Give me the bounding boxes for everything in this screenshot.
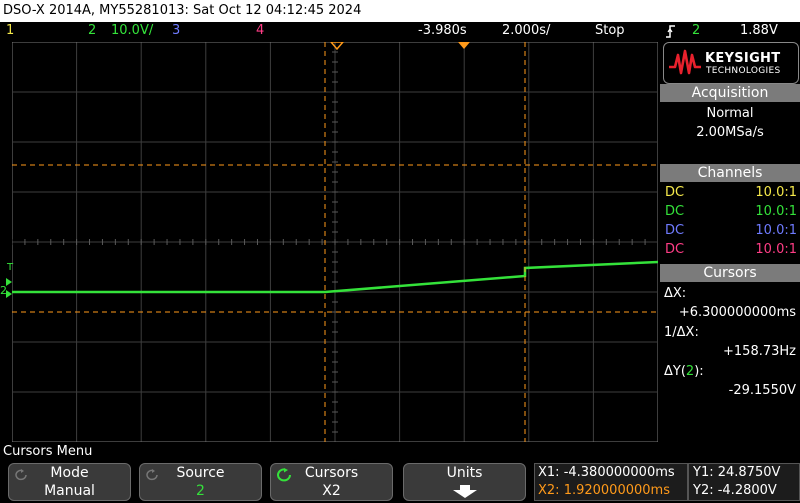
inverse-delta-x-label: 1/ΔX:: [664, 325, 699, 340]
graticule: [12, 42, 658, 442]
sample-rate: 2.00MSa/s: [696, 125, 764, 140]
channel-3-coupling: DC: [665, 223, 685, 238]
channel-2-scale: 10.0V/: [111, 23, 154, 38]
cursors-softkey[interactable]: Cursors X2: [270, 463, 393, 501]
mode-label: Mode: [50, 465, 89, 481]
cursor-x1-marker: [330, 42, 344, 51]
time-offset: -3.980s: [418, 23, 467, 38]
cursors-label: Cursors: [304, 465, 359, 481]
acquisition-header[interactable]: Acquisition: [660, 84, 800, 102]
x2-readout: X2: 1.920000000ms: [538, 483, 670, 498]
inverse-delta-x-value: +158.73Hz: [723, 344, 796, 359]
menu-title: Cursors Menu: [3, 444, 93, 459]
brand-name: KEYSIGHT: [705, 51, 781, 66]
channels-header[interactable]: Channels: [660, 164, 800, 182]
channel-3-probe: 10.0:1: [755, 223, 797, 238]
cursors-value: X2: [322, 483, 341, 499]
delta-y-label: ΔY(2):: [664, 364, 704, 379]
keysight-logo: KEYSIGHT TECHNOLOGIES: [663, 42, 799, 84]
delta-x-value: +6.300000000ms: [678, 305, 796, 320]
acquisition-panel: Normal 2.00MSa/s: [660, 102, 800, 162]
channel-4-indicator[interactable]: 4: [256, 23, 264, 38]
mode-softkey[interactable]: Mode Manual: [8, 463, 131, 501]
time-scale: 2.000s/: [502, 23, 551, 38]
softkey-bar: Cursors Menu Mode Manual Source 2 Cursor…: [0, 442, 800, 503]
right-sidebar: KEYSIGHT TECHNOLOGIES Acquisition Normal…: [658, 42, 800, 442]
window-title: DSO-X 2014A, MY55281013: Sat Oct 12 04:1…: [0, 0, 800, 22]
channel-4-probe: 10.0:1: [755, 242, 797, 257]
acquisition-mode: Normal: [706, 106, 754, 121]
channel-1-indicator[interactable]: 1: [6, 23, 14, 38]
ground-arrow-icon: [6, 278, 12, 298]
brand-subtitle: TECHNOLOGIES: [706, 66, 781, 76]
trigger-channel: 2: [692, 23, 701, 38]
left-marker-area: T 2: [0, 258, 13, 306]
source-softkey[interactable]: Source 2: [139, 463, 262, 501]
run-state: Stop: [595, 23, 625, 38]
cursors-panel: ΔX: +6.300000000ms 1/ΔX: +158.73Hz ΔY(2)…: [660, 282, 800, 442]
trigger-position-marker: [458, 42, 470, 49]
delta-y-channel: 2: [685, 364, 695, 379]
source-value: 2: [196, 483, 205, 499]
units-label: Units: [446, 465, 483, 481]
trigger-edge-icon: [665, 23, 677, 43]
arrow-down-icon: [453, 485, 477, 498]
units-softkey[interactable]: Units: [403, 463, 526, 501]
channel-3-indicator[interactable]: 3: [172, 23, 180, 38]
delta-x-label: ΔX:: [664, 286, 687, 301]
channel-1-coupling: DC: [665, 185, 685, 200]
trigger-level-marker[interactable]: T: [7, 262, 13, 273]
source-label: Source: [176, 465, 225, 481]
top-markers: [330, 42, 470, 51]
cursors-header[interactable]: Cursors: [660, 264, 800, 282]
keysight-wave-icon: [669, 49, 701, 75]
mode-value: Manual: [44, 483, 95, 499]
y-cursor-readout: Y1: 24.8750V Y2: -4.2800V: [688, 463, 800, 501]
channel-2-coupling: DC: [665, 204, 685, 219]
x1-readout: X1: -4.380000000ms: [538, 465, 675, 480]
status-bar: 1 2 10.0V/ 3 4 -3.980s 2.000s/ Stop 2 1.…: [0, 22, 800, 41]
delta-y-value: -29.1550V: [728, 383, 796, 398]
channel-2-indicator[interactable]: 2: [88, 23, 96, 38]
x-cursor-readout: X1: -4.380000000ms X2: 1.920000000ms: [534, 463, 688, 501]
y2-readout: Y2: -4.2800V: [693, 483, 777, 498]
trigger-level: 1.88V: [740, 23, 778, 38]
channel-4-coupling: DC: [665, 242, 685, 257]
channels-panel: DC 10.0:1 DC 10.0:1 DC 10.0:1 DC 10.0:1: [660, 182, 800, 262]
channel-1-probe: 10.0:1: [755, 185, 797, 200]
waveform-display[interactable]: [12, 42, 658, 442]
y1-readout: Y1: 24.8750V: [693, 465, 781, 480]
channel-2-probe: 10.0:1: [755, 204, 797, 219]
